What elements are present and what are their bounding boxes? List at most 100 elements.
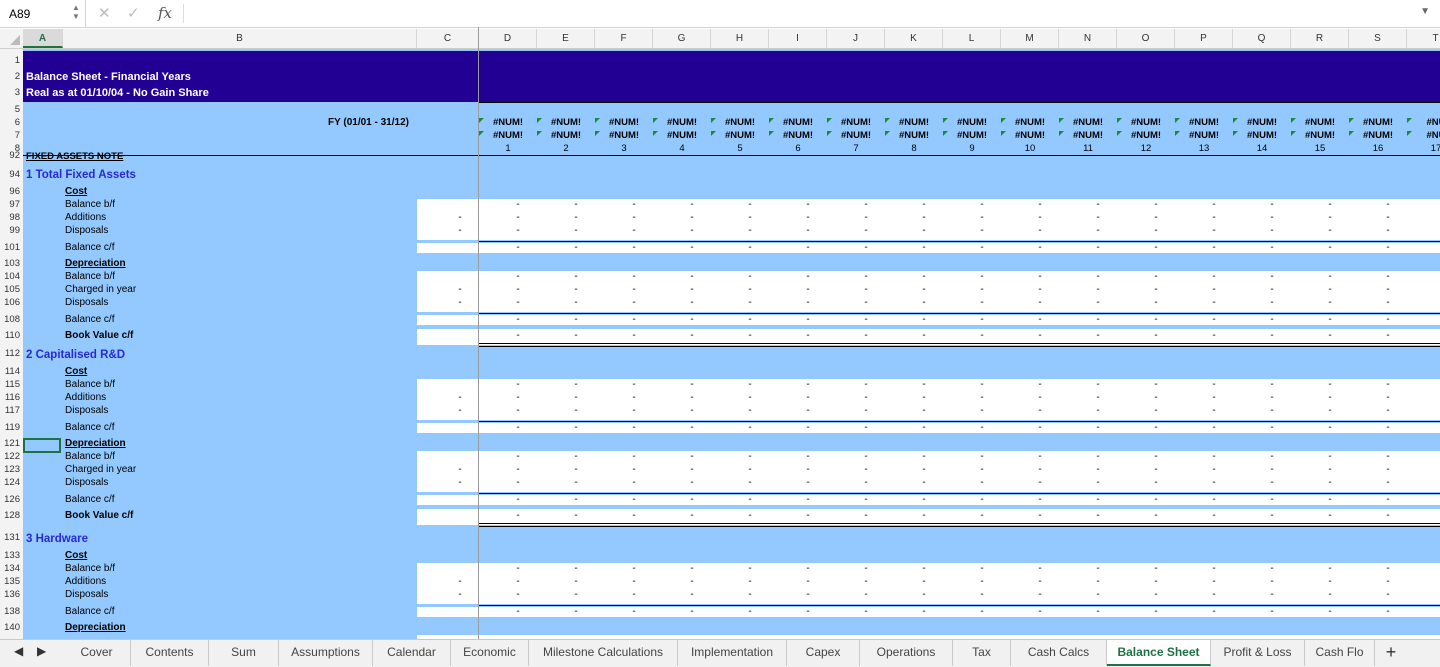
column-header-g[interactable]: G bbox=[653, 29, 711, 48]
row-header-98[interactable]: 98 bbox=[0, 212, 20, 223]
column-header-r[interactable]: R bbox=[1291, 29, 1349, 48]
name-box-stepper-icon[interactable]: ▲ ▼ bbox=[72, 3, 80, 21]
sheet-tab-cash-calcs[interactable]: Cash Calcs bbox=[1011, 640, 1107, 666]
selected-cell[interactable] bbox=[23, 438, 61, 453]
row-header-96[interactable]: 96 bbox=[0, 186, 20, 197]
balance-bf-label: Balance b/f bbox=[65, 379, 116, 390]
sheet-tab-tax[interactable]: Tax bbox=[953, 640, 1011, 666]
sheet-title: Balance Sheet - Financial Years bbox=[26, 71, 191, 83]
num-error: #NUM! bbox=[1246, 117, 1278, 128]
row-header-117[interactable]: 117 bbox=[0, 405, 20, 416]
sheet-grid[interactable]: Balance Sheet - Financial Years Real as a… bbox=[23, 49, 1440, 639]
row-header-134[interactable]: 134 bbox=[0, 563, 20, 574]
column-header-o[interactable]: O bbox=[1117, 29, 1175, 48]
sheet-tab-cash-flo[interactable]: Cash Flo bbox=[1305, 640, 1375, 666]
column-header-p[interactable]: P bbox=[1175, 29, 1233, 48]
row-header-97[interactable]: 97 bbox=[0, 199, 20, 210]
sheet-tab-balance-sheet[interactable]: Balance Sheet bbox=[1107, 640, 1211, 666]
row-header-136[interactable]: 136 bbox=[0, 589, 20, 600]
sheet-tab-operations[interactable]: Operations bbox=[860, 640, 953, 666]
column-header-k[interactable]: K bbox=[885, 29, 943, 48]
row-header-122[interactable]: 122 bbox=[0, 451, 20, 462]
name-box[interactable]: A89 ▲ ▼ bbox=[0, 0, 86, 27]
row-header-112[interactable]: 112 bbox=[0, 348, 20, 359]
row-header-1[interactable]: 1 bbox=[0, 55, 20, 66]
tab-scroll-right-icon[interactable]: ▶ bbox=[37, 644, 46, 658]
row-header-115[interactable]: 115 bbox=[0, 379, 20, 390]
column-header-n[interactable]: N bbox=[1059, 29, 1117, 48]
dash-value: - bbox=[1270, 576, 1274, 587]
row-header-3[interactable]: 3 bbox=[0, 87, 20, 98]
row-header-121[interactable]: 121 bbox=[0, 438, 20, 449]
dash-value: - bbox=[458, 405, 462, 416]
row-header-123[interactable]: 123 bbox=[0, 464, 20, 475]
column-header-s[interactable]: S bbox=[1349, 29, 1407, 48]
select-all-corner[interactable] bbox=[0, 29, 24, 48]
dash-value: - bbox=[1038, 225, 1042, 236]
column-header-i[interactable]: I bbox=[769, 29, 827, 48]
tab-scroll-left-icon[interactable]: ◀ bbox=[14, 644, 23, 658]
row-header-92[interactable]: 92 bbox=[0, 150, 20, 161]
column-header-f[interactable]: F bbox=[595, 29, 653, 48]
column-header-l[interactable]: L bbox=[943, 29, 1001, 48]
row-header-114[interactable]: 114 bbox=[0, 366, 20, 377]
column-header-e[interactable]: E bbox=[537, 29, 595, 48]
column-header-b[interactable]: B bbox=[63, 29, 417, 48]
row-header-119[interactable]: 119 bbox=[0, 422, 20, 433]
row-header-106[interactable]: 106 bbox=[0, 297, 20, 308]
row-header-138[interactable]: 138 bbox=[0, 606, 20, 617]
formula-expand-icon[interactable]: ▼ bbox=[1420, 6, 1430, 17]
insert-function-icon[interactable]: fx bbox=[158, 4, 172, 22]
column-header-h[interactable]: H bbox=[711, 29, 769, 48]
row-header-116[interactable]: 116 bbox=[0, 392, 20, 403]
row-header-5[interactable]: 5 bbox=[0, 104, 20, 115]
column-header-q[interactable]: Q bbox=[1233, 29, 1291, 48]
dash-value: - bbox=[1270, 225, 1274, 236]
sheet-tab-capex[interactable]: Capex bbox=[787, 640, 860, 666]
column-header-a[interactable]: A bbox=[23, 29, 63, 48]
row-header-108[interactable]: 108 bbox=[0, 314, 20, 325]
sheet-tab-profit-loss[interactable]: Profit & Loss bbox=[1211, 640, 1305, 666]
row-header-105[interactable]: 105 bbox=[0, 284, 20, 295]
column-header-c[interactable]: C bbox=[417, 29, 479, 48]
dash-value: - bbox=[574, 576, 578, 587]
dash-value: - bbox=[1328, 589, 1332, 600]
row-header-135[interactable]: 135 bbox=[0, 576, 20, 587]
column-header-d[interactable]: D bbox=[479, 29, 537, 48]
sheet-tab-assumptions[interactable]: Assumptions bbox=[279, 640, 373, 666]
confirm-check-icon[interactable]: ✓ bbox=[127, 4, 140, 22]
sheet-tab-implementation[interactable]: Implementation bbox=[678, 640, 787, 666]
name-box-value[interactable]: A89 bbox=[9, 7, 30, 21]
sheet-tab-calendar[interactable]: Calendar bbox=[373, 640, 451, 666]
row-header-110[interactable]: 110 bbox=[0, 330, 20, 341]
row-header-131[interactable]: 131 bbox=[0, 532, 20, 543]
row-header-94[interactable]: 94 bbox=[0, 169, 20, 180]
add-sheet-button[interactable]: + bbox=[1376, 640, 1406, 666]
column-header-m[interactable]: M bbox=[1001, 29, 1059, 48]
sheet-tab-contents[interactable]: Contents bbox=[131, 640, 209, 666]
column-header-j[interactable]: J bbox=[827, 29, 885, 48]
row-header-99[interactable]: 99 bbox=[0, 225, 20, 236]
row-header-124[interactable]: 124 bbox=[0, 477, 20, 488]
row-header-2[interactable]: 2 bbox=[0, 71, 20, 82]
row-header-133[interactable]: 133 bbox=[0, 550, 20, 561]
dep-disposals-label: Disposals bbox=[65, 477, 109, 488]
sheet-tab-economic[interactable]: Economic bbox=[451, 640, 529, 666]
dash-value: - bbox=[1328, 510, 1332, 521]
row-header-126[interactable]: 126 bbox=[0, 494, 20, 505]
sheet-tab-milestone-calculations[interactable]: Milestone Calculations bbox=[529, 640, 678, 666]
sheet-tab-sum[interactable]: Sum bbox=[209, 640, 279, 666]
row-header-128[interactable]: 128 bbox=[0, 510, 20, 521]
additions-label: Additions bbox=[65, 576, 107, 587]
row-header-140[interactable]: 140 bbox=[0, 622, 20, 633]
row-header-7[interactable]: 7 bbox=[0, 130, 20, 141]
dash-value: - bbox=[806, 314, 810, 325]
sheet-tab-cover[interactable]: Cover bbox=[63, 640, 131, 666]
row-header-6[interactable]: 6 bbox=[0, 117, 20, 128]
cancel-icon[interactable]: ✕ bbox=[98, 4, 111, 22]
column-header-t[interactable]: T bbox=[1407, 29, 1440, 48]
dash-value: - bbox=[1212, 606, 1216, 617]
row-header-104[interactable]: 104 bbox=[0, 271, 20, 282]
row-header-101[interactable]: 101 bbox=[0, 242, 20, 253]
row-header-103[interactable]: 103 bbox=[0, 258, 20, 269]
